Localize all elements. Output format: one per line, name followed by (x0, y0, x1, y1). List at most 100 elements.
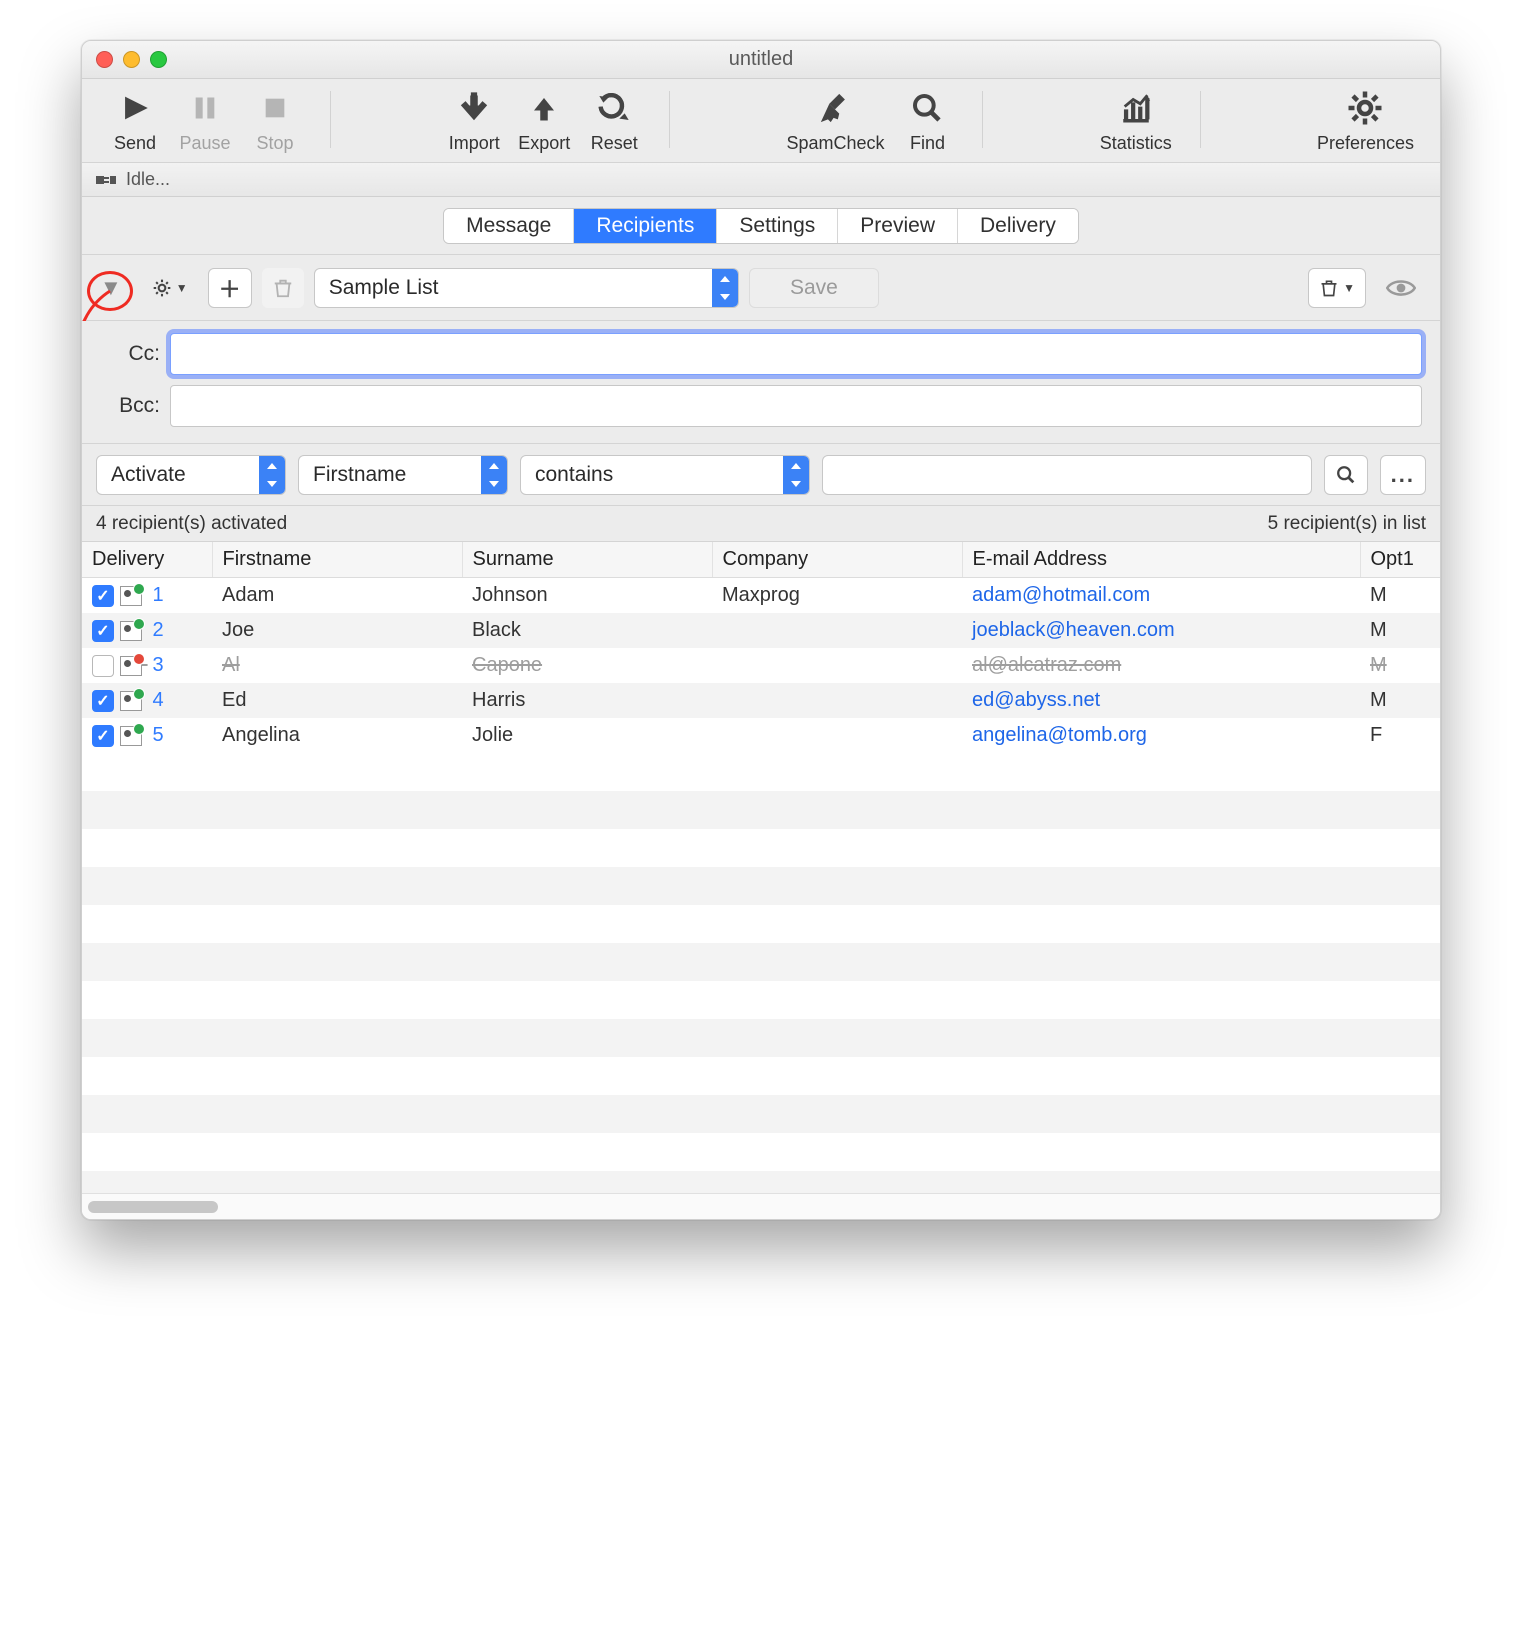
email-cell[interactable]: adam@hotmail.com (962, 578, 1360, 614)
row-number: 4 (148, 689, 174, 712)
surname-cell: Harris (462, 683, 712, 718)
apply-filter-button[interactable] (1324, 455, 1368, 495)
contact-status-icon (120, 656, 142, 676)
column-header[interactable]: Firstname (212, 542, 462, 578)
stepper-icon (481, 456, 507, 494)
table-row[interactable]: 5AngelinaJolieangelina@tomb.orgF (82, 718, 1440, 753)
delivery-checkbox[interactable] (92, 620, 114, 642)
filter-bar: Activate Firstname contains ... (82, 444, 1440, 506)
play-icon (118, 85, 152, 131)
search-icon (911, 85, 943, 131)
column-header[interactable]: Company (712, 542, 962, 578)
table-row[interactable]: 1AdamJohnsonMaxprogadam@hotmail.comM (82, 578, 1440, 614)
stop-icon (261, 85, 289, 131)
toolbar-separator (1200, 91, 1201, 148)
tab-delivery[interactable]: Delivery (958, 209, 1078, 243)
tab-message[interactable]: Message (444, 209, 574, 243)
contact-status-icon (120, 691, 142, 711)
column-header[interactable]: Surname (462, 542, 712, 578)
preferences-button[interactable]: Preferences (1309, 85, 1422, 154)
statistics-button[interactable]: Statistics (1092, 85, 1180, 154)
arrow-up-icon (529, 85, 559, 131)
scroll-thumb[interactable] (88, 1201, 218, 1213)
stepper-icon (259, 456, 285, 494)
column-header[interactable]: E-mail Address (962, 542, 1360, 578)
bcc-label: Bcc: (100, 394, 170, 418)
company-cell: Maxprog (712, 578, 962, 614)
export-button[interactable]: Export (509, 85, 579, 154)
import-button[interactable]: Import (439, 85, 509, 154)
reset-button[interactable]: Reset (579, 85, 649, 154)
filter-field-select[interactable]: Firstname (298, 455, 508, 495)
save-list-button[interactable]: Save (749, 268, 879, 308)
stepper-icon (783, 456, 809, 494)
surname-cell: Johnson (462, 578, 712, 614)
row-number: 5 (148, 724, 174, 747)
surname-cell: Black (462, 613, 712, 648)
contact-status-icon (120, 586, 142, 606)
broom-icon (818, 85, 852, 131)
chart-icon (1119, 85, 1153, 131)
recipients-table: DeliveryFirstnameSurnameCompanyE-mail Ad… (82, 542, 1440, 753)
eye-button[interactable] (1376, 268, 1426, 308)
company-cell (712, 718, 962, 753)
gear-icon (1347, 85, 1383, 131)
column-header[interactable]: Delivery (82, 542, 212, 578)
opt1-cell: M (1360, 613, 1440, 648)
delivery-checkbox[interactable] (92, 725, 114, 747)
surname-cell: Jolie (462, 718, 712, 753)
company-cell (712, 683, 962, 718)
pause-icon (191, 85, 219, 131)
app-window: untitled Send Pause Stop (81, 40, 1441, 1220)
add-list-button[interactable]: ＋ (208, 268, 252, 308)
gear-dropdown-button[interactable]: ▼ (142, 268, 198, 308)
list-name-select[interactable]: Sample List (314, 268, 739, 308)
opt1-cell: F (1360, 718, 1440, 753)
recipients-table-wrap: DeliveryFirstnameSurnameCompanyE-mail Ad… (82, 542, 1440, 1219)
table-row[interactable]: 3AlCaponeal@alcatraz.comM (82, 648, 1440, 683)
table-row[interactable]: 2JoeBlackjoeblack@heaven.comM (82, 613, 1440, 648)
delivery-checkbox[interactable] (92, 585, 114, 607)
total-count: 5 recipient(s) in list (1268, 513, 1426, 535)
delivery-checkbox[interactable] (92, 655, 114, 677)
disclosure-button[interactable]: ▼ (90, 268, 132, 308)
filter-op-select[interactable]: contains (520, 455, 810, 495)
row-number: 3 (148, 654, 174, 677)
spamcheck-button[interactable]: SpamCheck (778, 85, 892, 154)
refresh-icon (598, 85, 630, 131)
company-cell (712, 648, 962, 683)
activated-count: 4 recipient(s) activated (96, 513, 287, 535)
find-button[interactable]: Find (892, 85, 962, 154)
cc-input[interactable] (170, 333, 1422, 375)
firstname-cell: Joe (212, 613, 462, 648)
filter-more-button[interactable]: ... (1380, 455, 1426, 495)
column-header[interactable]: Opt1 (1360, 542, 1440, 578)
pause-button[interactable]: Pause (170, 85, 240, 154)
opt1-cell: M (1360, 648, 1440, 683)
tab-settings[interactable]: Settings (717, 209, 838, 243)
delivery-checkbox[interactable] (92, 690, 114, 712)
horizontal-scrollbar[interactable] (82, 1193, 1440, 1219)
delete-list-button[interactable] (262, 268, 304, 308)
send-button[interactable]: Send (100, 85, 170, 154)
status-bar: Idle... (82, 163, 1440, 197)
filter-action-select[interactable]: Activate (96, 455, 286, 495)
email-cell[interactable]: angelina@tomb.org (962, 718, 1360, 753)
email-cell[interactable]: al@alcatraz.com (962, 648, 1360, 683)
trash-dropdown-button[interactable]: ▼ (1308, 268, 1366, 308)
stepper-icon (712, 269, 738, 307)
email-cell[interactable]: ed@abyss.net (962, 683, 1360, 718)
email-cell[interactable]: joeblack@heaven.com (962, 613, 1360, 648)
tab-preview[interactable]: Preview (838, 209, 958, 243)
bcc-input[interactable] (170, 385, 1422, 427)
toolbar-separator (982, 91, 983, 148)
firstname-cell: Ed (212, 683, 462, 718)
stop-button[interactable]: Stop (240, 85, 310, 154)
contact-status-icon (120, 621, 142, 641)
plug-icon (94, 171, 118, 189)
filter-value-input[interactable] (822, 455, 1312, 495)
tab-recipients[interactable]: Recipients (574, 209, 717, 243)
arrow-down-icon (459, 85, 489, 131)
counts-bar: 4 recipient(s) activated 5 recipient(s) … (82, 506, 1440, 542)
table-row[interactable]: 4EdHarrised@abyss.netM (82, 683, 1440, 718)
